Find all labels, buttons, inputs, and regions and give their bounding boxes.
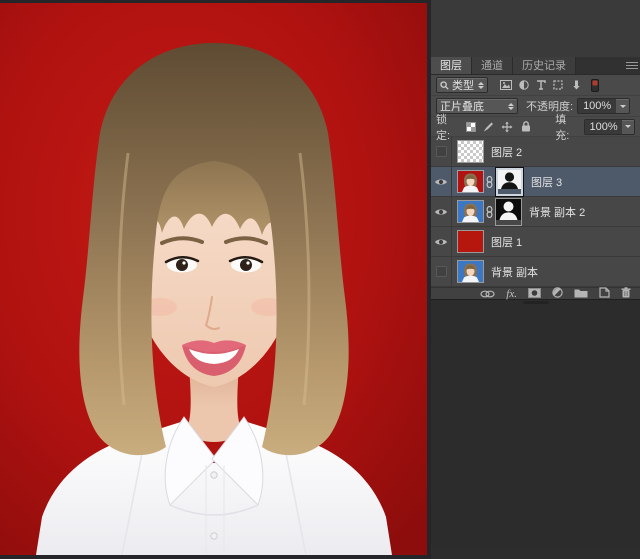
layers-list: 图层 2 图层 3 — [431, 137, 640, 287]
layers-panel-controls: 类型 — [431, 75, 640, 137]
blend-row: 正片叠底 不透明度: 100% — [431, 96, 640, 117]
filter-smart-objects-icon[interactable] — [570, 80, 581, 90]
lock-position-move-icon[interactable] — [501, 121, 513, 133]
stepper-icon — [504, 103, 514, 110]
lock-transparency-icon[interactable] — [466, 122, 476, 132]
filter-toggle-switch[interactable] — [591, 79, 599, 92]
layer-style-fx-icon[interactable]: fx. — [506, 289, 517, 299]
layer-name[interactable]: 图层 1 — [491, 234, 522, 250]
visibility-toggle[interactable] — [431, 167, 452, 196]
filter-pixel-layers-icon[interactable] — [500, 80, 512, 90]
lock-row: 锁定: 填充: 100% — [431, 117, 640, 137]
panel-column: 图层 通道 历史记录 类型 — [431, 0, 640, 559]
layer-thumbnail-transparent[interactable] — [458, 141, 483, 162]
visibility-off-box — [436, 266, 447, 277]
photo-image[interactable] — [0, 3, 427, 555]
visibility-toggle[interactable] — [431, 227, 452, 256]
layer-name[interactable]: 图层 2 — [491, 144, 522, 160]
layer-thumbnail-portrait-red[interactable] — [458, 171, 483, 192]
workspace-background — [431, 0, 640, 57]
mask-link-icon[interactable] — [483, 206, 496, 218]
filter-type-label: 类型 — [452, 77, 474, 93]
panel-menu-icon[interactable] — [626, 62, 638, 69]
eye-icon — [434, 207, 448, 217]
layer-name[interactable]: 背景 副本 2 — [529, 204, 585, 220]
layer-row[interactable]: 图层 1 — [431, 227, 640, 257]
fill-dropdown-arrow[interactable] — [622, 120, 634, 134]
filter-type-dropdown[interactable]: 类型 — [436, 77, 488, 93]
layer-name[interactable]: 图层 3 — [531, 174, 562, 190]
opacity-dropdown-arrow[interactable] — [616, 99, 629, 113]
tab-channels[interactable]: 通道 — [472, 57, 513, 74]
layer-name[interactable]: 背景 副本 — [491, 264, 538, 280]
eye-icon — [434, 177, 448, 187]
stepper-icon — [474, 82, 484, 89]
document-canvas[interactable] — [0, 0, 431, 559]
mask-link-icon[interactable] — [483, 176, 496, 188]
search-icon — [440, 81, 449, 90]
filter-type-layers-icon[interactable] — [536, 80, 546, 90]
layer-row-selected[interactable]: 图层 3 — [431, 167, 640, 197]
workspace-background-lower — [431, 300, 640, 546]
tab-bar-spacer — [576, 57, 640, 74]
filter-adjustment-layers-icon[interactable] — [519, 80, 529, 90]
fill-label: 填充: — [555, 111, 579, 143]
layer-thumbnail-portrait-blue[interactable] — [458, 261, 483, 282]
eye-icon — [434, 237, 448, 247]
layer-mask-thumbnail[interactable] — [496, 199, 521, 225]
tab-layers[interactable]: 图层 — [431, 57, 472, 74]
visibility-off-box — [436, 146, 447, 157]
visibility-toggle[interactable] — [431, 257, 452, 286]
layer-thumbnail-portrait-blue[interactable] — [458, 201, 483, 222]
opacity-value[interactable]: 100% — [578, 99, 616, 113]
layer-row[interactable]: 图层 2 — [431, 137, 640, 167]
layer-mask-thumbnail-selected[interactable] — [496, 168, 523, 196]
layer-row[interactable]: 背景 副本 — [431, 257, 640, 287]
layer-row[interactable]: 背景 副本 2 — [431, 197, 640, 227]
fill-input[interactable]: 100% — [584, 119, 635, 135]
portrait-graphic — [0, 3, 427, 555]
filter-row: 类型 — [431, 75, 640, 96]
layer-thumbnail-solid-red[interactable] — [458, 231, 483, 252]
tab-history[interactable]: 历史记录 — [513, 57, 576, 74]
panel-resize-grip[interactable] — [523, 301, 549, 304]
filter-shape-layers-icon[interactable] — [553, 80, 563, 90]
fill-value[interactable]: 100% — [585, 120, 622, 134]
panel-tab-bar: 图层 通道 历史记录 — [431, 57, 640, 75]
lock-all-padlock-icon[interactable] — [521, 121, 531, 132]
layers-panel-bottom-bar: fx. — [431, 287, 640, 300]
opacity-input[interactable]: 100% — [577, 98, 630, 114]
photoshop-window: 图层 通道 历史记录 类型 — [0, 0, 640, 559]
visibility-toggle[interactable] — [431, 197, 452, 226]
lock-image-brush-icon[interactable] — [483, 121, 494, 132]
visibility-toggle[interactable] — [431, 137, 452, 166]
